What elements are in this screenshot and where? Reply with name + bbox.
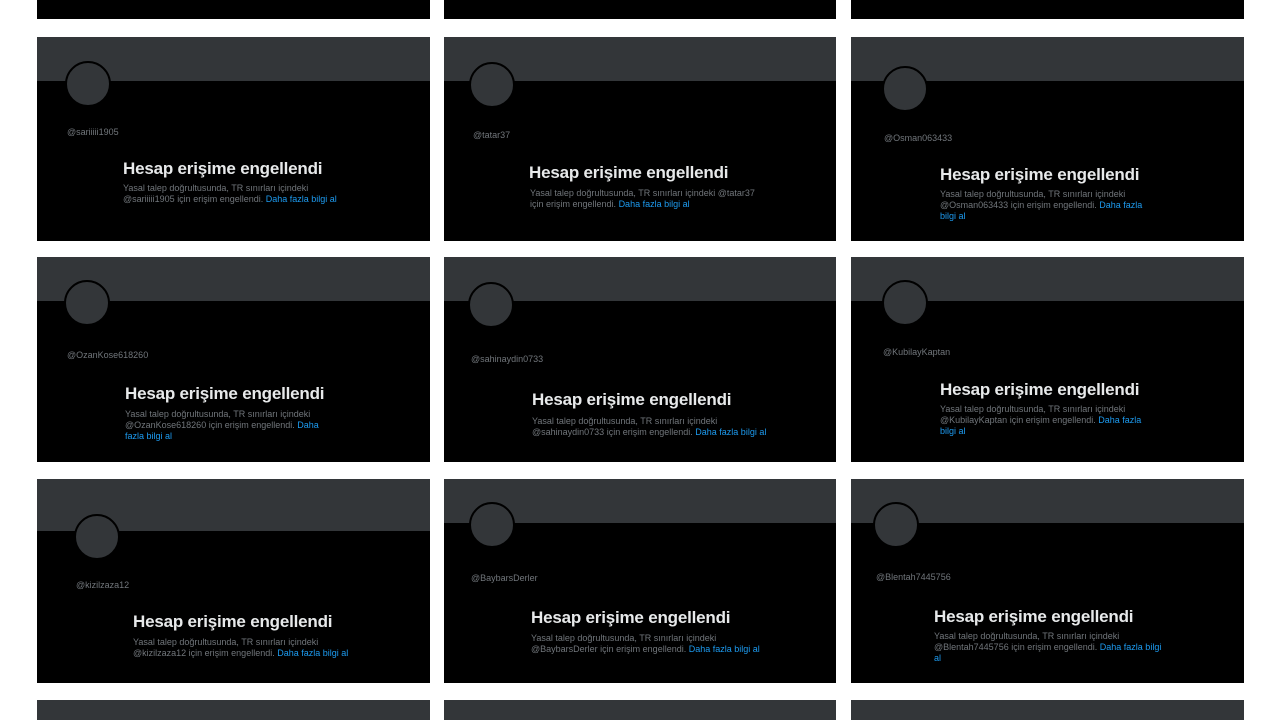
account-card-partial-bottom-3 <box>851 700 1244 720</box>
account-handle: @OzanKose618260 <box>67 350 149 360</box>
blocked-message: Yasal talep doğrultusunda, TR sınırları … <box>133 637 349 658</box>
blocked-message: Yasal talep doğrultusunda, TR sınırları … <box>940 189 1143 221</box>
blocked-message: Yasal talep doğrultusunda, TR sınırları … <box>532 416 767 437</box>
blocked-title: Hesap erişime engellendi <box>123 159 323 178</box>
account-card: @OzanKose618260 Hesap erişime engellendi… <box>37 257 430 462</box>
account-card-partial-bottom-2 <box>444 700 836 720</box>
blocked-message: Yasal talep doğrultusunda, TR sınırları … <box>940 404 1142 436</box>
account-handle: @BaybarsDerler <box>471 573 538 583</box>
account-card: @KubilayKaptan Hesap erişime engellendi … <box>851 257 1244 462</box>
blocked-title: Hesap erişime engellendi <box>125 384 325 403</box>
blocked-title: Hesap erişime engellendi <box>133 612 333 631</box>
avatar <box>469 62 515 108</box>
account-handle: @KubilayKaptan <box>883 347 951 357</box>
avatar <box>65 61 111 107</box>
blocked-message: Yasal talep doğrultusunda, TR sınırları … <box>934 631 1162 663</box>
account-card: @sariiiii1905 Hesap erişime engellendi Y… <box>37 37 430 241</box>
avatar <box>873 502 919 548</box>
avatar <box>64 280 110 326</box>
account-handle: @tatar37 <box>473 130 511 140</box>
account-card: @BaybarsDerler Hesap erişime engellendi … <box>444 479 836 683</box>
account-card: @kizilzaza12 Hesap erişime engellendi Ya… <box>37 479 430 683</box>
account-handle: @kizilzaza12 <box>76 580 130 590</box>
blocked-title: Hesap erişime engellendi <box>532 390 732 409</box>
blocked-title: Hesap erişime engellendi <box>934 607 1134 626</box>
account-card-partial-top-1 <box>37 0 430 19</box>
blocked-message: Yasal talep doğrultusunda, TR sınırları … <box>531 633 760 654</box>
account-handle: @sariiiii1905 <box>67 127 119 137</box>
account-card-partial-top-2 <box>444 0 836 19</box>
blocked-title: Hesap erişime engellendi <box>531 608 731 627</box>
avatar <box>882 66 928 112</box>
account-card-partial-bottom-1 <box>37 700 430 720</box>
avatar <box>468 282 514 328</box>
blocked-message: Yasal talep doğrultusunda, TR sınırları … <box>123 183 337 204</box>
account-handle: @sahinaydin0733 <box>471 354 544 364</box>
learn-more-link[interactable]: Daha fazla bilgi al <box>266 194 337 204</box>
learn-more-link[interactable]: Daha fazla bilgi al <box>689 644 760 654</box>
account-card: @tatar37 Hesap erişime engellendi Yasal … <box>444 37 836 241</box>
blocked-message: Yasal talep doğrultusunda, TR sınırları … <box>530 188 755 209</box>
account-handle: @Osman063433 <box>884 133 953 143</box>
learn-more-link[interactable]: Daha fazla bilgi al <box>695 427 766 437</box>
account-handle: @Blentah7445756 <box>876 572 951 582</box>
blocked-title: Hesap erişime engellendi <box>940 380 1140 399</box>
blocked-message: Yasal talep doğrultusunda, TR sınırları … <box>125 409 319 441</box>
avatar <box>74 514 120 560</box>
learn-more-link[interactable]: Daha fazla bilgi al <box>619 199 690 209</box>
learn-more-link[interactable]: Daha fazla bilgi al <box>277 648 348 658</box>
blocked-title: Hesap erişime engellendi <box>940 165 1140 184</box>
account-card-partial-top-3 <box>851 0 1244 19</box>
blocked-title: Hesap erişime engellendi <box>529 163 729 182</box>
avatar <box>882 280 928 326</box>
avatar <box>469 502 515 548</box>
account-card: @sahinaydin0733 Hesap erişime engellendi… <box>444 257 836 462</box>
account-card: @Blentah7445756 Hesap erişime engellendi… <box>851 479 1244 683</box>
account-card: @Osman063433 Hesap erişime engellendi Ya… <box>851 37 1244 241</box>
